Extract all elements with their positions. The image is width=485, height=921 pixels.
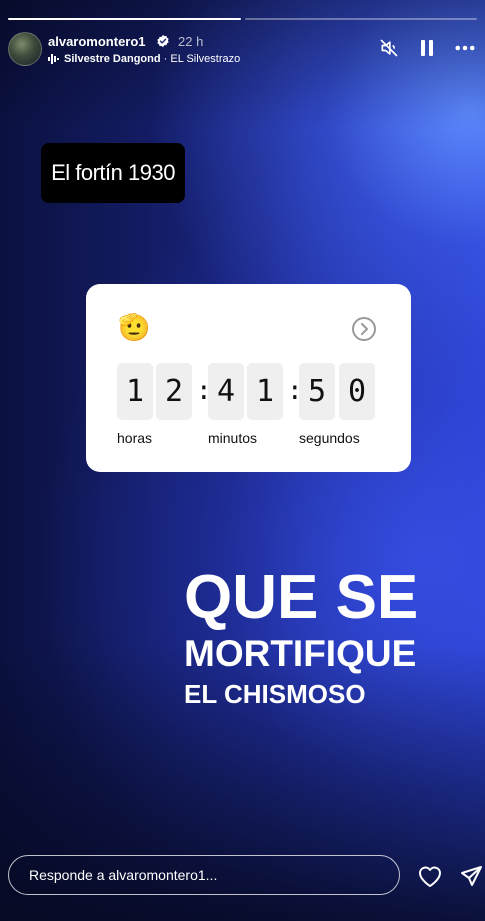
music-artist: Silvestre Dangond xyxy=(64,53,161,65)
chevron-right-icon xyxy=(361,323,368,335)
countdown-digit: 5 xyxy=(299,363,335,420)
countdown-open-button[interactable] xyxy=(352,317,376,341)
reply-input[interactable]: Responde a alvaromontero1... xyxy=(8,855,400,895)
music-separator: · xyxy=(160,53,171,65)
music-song: EL Silvestrazo xyxy=(170,53,241,65)
saluting-face-icon: 🫡 xyxy=(118,312,151,342)
story-controls xyxy=(379,38,475,58)
pause-icon xyxy=(421,40,433,56)
username[interactable]: alvaromontero1 xyxy=(48,34,146,49)
countdown-digit: 0 xyxy=(339,363,375,420)
story-progress-bar xyxy=(8,18,477,21)
progress-segment-1 xyxy=(8,18,241,20)
overlay-text: QUE SE MORTIFIQUE EL CHISMOSO xyxy=(184,566,418,712)
countdown-unit-seconds: segundos xyxy=(299,430,360,446)
like-button[interactable] xyxy=(416,862,444,890)
more-dots-icon xyxy=(455,45,475,51)
countdown-digit: 4 xyxy=(208,363,244,420)
countdown-digit: 2 xyxy=(156,363,192,420)
pause-button[interactable] xyxy=(417,38,437,58)
progress-segment-2 xyxy=(244,18,477,20)
send-icon xyxy=(461,866,482,886)
countdown-unit-hours: horas xyxy=(117,430,153,446)
overlay-line-3: EL CHISMOSO xyxy=(184,679,366,709)
more-options-button[interactable] xyxy=(455,38,475,58)
music-bars-icon xyxy=(48,54,59,64)
story-header: alvaromontero1 22 h Silvestre Dangond · … xyxy=(8,32,475,68)
verified-badge-icon xyxy=(157,34,169,48)
overlay-line-2: MORTIFIQUE xyxy=(184,633,417,674)
story-timestamp: 22 h xyxy=(178,34,204,49)
countdown-unit-minutes: minutos xyxy=(208,430,258,446)
countdown-sticker[interactable]: 🫡 1 2 : 4 1 : 5 0 horas minutos segundos xyxy=(86,284,411,472)
mute-button[interactable] xyxy=(379,38,399,58)
heart-icon xyxy=(419,866,441,887)
overlay-line-1: QUE SE xyxy=(184,563,419,632)
countdown-digit: 1 xyxy=(117,363,153,420)
muted-speaker-icon xyxy=(380,39,398,57)
send-button[interactable] xyxy=(457,862,485,890)
text-sticker: El fortín 1930 xyxy=(41,143,185,203)
countdown-digit: 1 xyxy=(247,363,283,420)
music-attribution[interactable]: Silvestre Dangond · EL Silvestrazo xyxy=(48,53,240,65)
avatar[interactable] xyxy=(8,32,42,66)
